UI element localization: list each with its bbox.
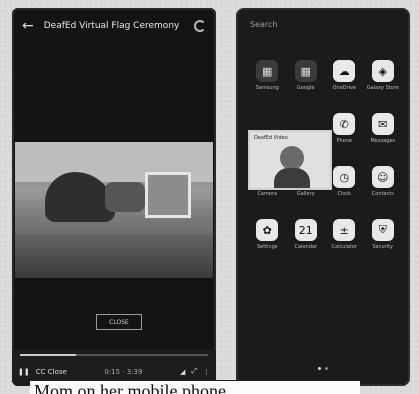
grid-icon: ▦: [256, 60, 279, 82]
app-label: Phone: [336, 138, 353, 144]
phone-icon: ✆: [333, 113, 356, 135]
video-frame[interactable]: [15, 142, 213, 278]
app-onedrive[interactable]: ☁ OneDrive: [325, 60, 364, 91]
app-settings[interactable]: ✿ Settings: [248, 219, 287, 250]
app-samsung[interactable]: ▦ Samsung: [248, 60, 287, 91]
photo-caption: Mom on her mobile phone: [30, 380, 360, 394]
close-button[interactable]: CLOSE: [96, 314, 142, 330]
app-label: Clock: [337, 191, 352, 197]
shield-icon: ⛨: [371, 219, 394, 241]
app-label: Calculator: [331, 244, 357, 250]
app-messages[interactable]: ✉ Messages: [364, 113, 403, 144]
app-label: Galaxy Store: [366, 85, 399, 91]
app-label: Samsung: [255, 85, 279, 91]
video-scene-floor: [15, 234, 213, 278]
pip-person-body: [274, 168, 310, 188]
clock-icon: ◷: [333, 166, 356, 188]
page-dot[interactable]: [325, 367, 328, 370]
search-label[interactable]: Search: [250, 20, 277, 29]
person-icon: ☺: [371, 166, 394, 188]
pip-person-head: [280, 146, 304, 170]
calculator-icon: ±: [333, 219, 356, 241]
app-contacts[interactable]: ☺ Contacts: [364, 166, 403, 197]
video-scene-frame: [145, 172, 191, 218]
app-label: Calendar: [294, 244, 317, 250]
video-scene-object: [105, 182, 145, 212]
app-google[interactable]: ▦ Google: [287, 60, 326, 91]
app-calendar[interactable]: 21 Calendar: [287, 219, 326, 250]
volume-icon[interactable]: ◢: [180, 368, 185, 376]
video-player-phone: ← DeafEd Virtual Flag Ceremony CLOSE ❚❚ …: [12, 8, 216, 386]
progress-fill: [20, 354, 77, 356]
app-label: Security: [372, 244, 394, 250]
pip-title: DeafEd Video: [254, 135, 288, 141]
app-label: Google: [296, 85, 315, 91]
pause-icon[interactable]: ❚❚: [18, 368, 30, 376]
time-readout: 0:15 · 3:39: [104, 367, 143, 376]
app-security[interactable]: ⛨ Security: [364, 219, 403, 250]
arrow-left-icon[interactable]: ←: [22, 18, 34, 34]
gear-icon: ✿: [256, 219, 279, 241]
progress-bar[interactable]: [20, 354, 208, 356]
calendar-icon: 21: [294, 219, 317, 241]
app-label: Camera: [257, 191, 278, 197]
app-label: OneDrive: [332, 85, 356, 91]
cloud-icon: ☁: [333, 60, 356, 82]
app-galaxy-store[interactable]: ◈ Galaxy Store: [364, 60, 403, 91]
cc-label[interactable]: CC Close: [36, 368, 67, 376]
app-label: Contacts: [371, 191, 394, 197]
app-label: Messages: [370, 138, 396, 144]
page-dot[interactable]: [318, 367, 321, 370]
app-drawer-phone: Search ▦ Samsung ▦ Google ☁ OneDrive ◈ Galaxy S…: [236, 8, 410, 386]
app-label: Settings: [256, 244, 278, 250]
fullscreen-icon[interactable]: ⤢: [191, 367, 197, 376]
chat-icon: ✉: [371, 113, 394, 135]
loading-spinner-icon: [194, 20, 206, 32]
bag-icon: ◈: [371, 60, 394, 82]
grid-icon: ▦: [294, 60, 317, 82]
picture-in-picture-window[interactable]: DeafEd Video: [248, 130, 332, 190]
page-indicator: [236, 367, 410, 370]
app-label: Gallery: [296, 191, 315, 197]
more-icon[interactable]: ⋮: [203, 368, 210, 376]
app-calculator[interactable]: ± Calculator: [325, 219, 364, 250]
video-title: DeafEd Virtual Flag Ceremony: [43, 21, 180, 31]
video-player-header: ← DeafEd Virtual Flag Ceremony: [12, 8, 216, 44]
controls-row: ❚❚ CC Close 0:15 · 3:39 ◢ ⤢ ⋮: [18, 367, 210, 376]
